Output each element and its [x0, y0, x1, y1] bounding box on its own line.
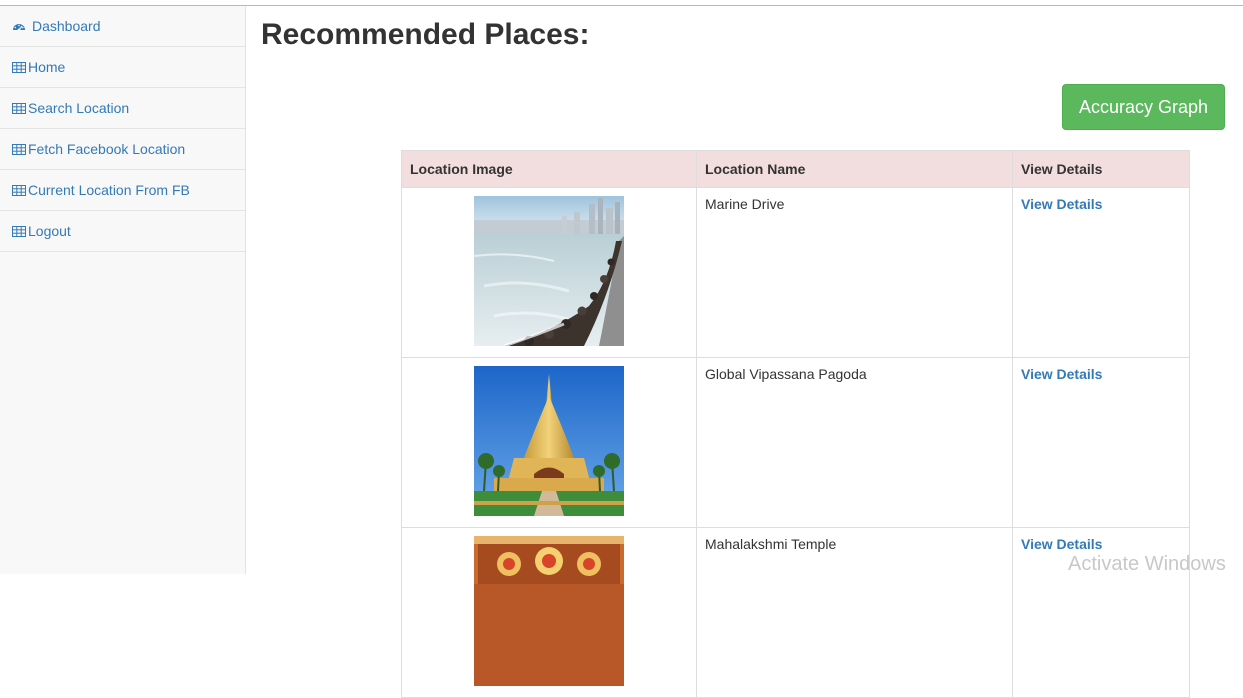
location-name-cell: Marine Drive	[696, 187, 1013, 358]
location-image-cell	[401, 357, 697, 528]
column-header-view-details: View Details	[1012, 150, 1190, 188]
column-header-location-name: Location Name	[696, 150, 1013, 188]
sidebar-item-label: Fetch Facebook Location	[28, 141, 186, 157]
sidebar-item-label: Dashboard	[32, 18, 101, 34]
sidebar-item-dashboard[interactable]: Dashboard	[0, 6, 245, 47]
location-image-mahalakshmi-temple	[474, 536, 624, 686]
sidebar-item-current-location-from-fb[interactable]: Current Location From FB	[0, 170, 245, 211]
table-icon	[12, 101, 28, 115]
view-details-cell: View Details	[1012, 357, 1190, 528]
table-icon	[12, 224, 28, 238]
sidebar-item-search-location[interactable]: Search Location	[0, 88, 245, 129]
main-content: Recommended Places: Accuracy Graph Locat…	[246, 6, 1243, 698]
table-header-row: Location Image Location Name View Detail…	[401, 150, 1190, 188]
location-image-cell	[401, 527, 697, 698]
sidebar-item-label: Logout	[28, 223, 71, 239]
recommended-places-table: Location Image Location Name View Detail…	[401, 150, 1190, 698]
table-icon	[12, 142, 28, 156]
accuracy-graph-button[interactable]: Accuracy Graph	[1062, 84, 1225, 130]
page-title: Recommended Places:	[261, 18, 590, 51]
sidebar: Dashboard Home Search Location Fetch Fac…	[0, 6, 246, 574]
dashboard-icon	[12, 19, 28, 33]
activate-windows-watermark: Activate Windows	[1068, 553, 1226, 575]
sidebar-item-label: Home	[28, 59, 66, 75]
location-name-cell: Mahalakshmi Temple	[696, 527, 1013, 698]
location-image-global-vipassana-pagoda	[474, 366, 624, 516]
location-image-marine-drive	[474, 196, 624, 346]
view-details-link[interactable]: View Details	[1021, 536, 1102, 552]
location-image-cell	[401, 187, 697, 358]
sidebar-item-label: Current Location From FB	[28, 182, 190, 198]
location-name-cell: Global Vipassana Pagoda	[696, 357, 1013, 528]
table-row: Global Vipassana Pagoda View Details	[401, 357, 1190, 528]
sidebar-item-fetch-facebook-location[interactable]: Fetch Facebook Location	[0, 129, 245, 170]
sidebar-item-home[interactable]: Home	[0, 47, 245, 88]
column-header-location-image: Location Image	[401, 150, 697, 188]
table-icon	[12, 60, 28, 74]
view-details-link[interactable]: View Details	[1021, 366, 1102, 382]
view-details-cell: View Details	[1012, 187, 1190, 358]
sidebar-item-label: Search Location	[28, 100, 130, 116]
table-icon	[12, 183, 28, 197]
sidebar-item-logout[interactable]: Logout	[0, 211, 245, 252]
view-details-link[interactable]: View Details	[1021, 196, 1102, 212]
table-row: Marine Drive View Details	[401, 187, 1190, 358]
